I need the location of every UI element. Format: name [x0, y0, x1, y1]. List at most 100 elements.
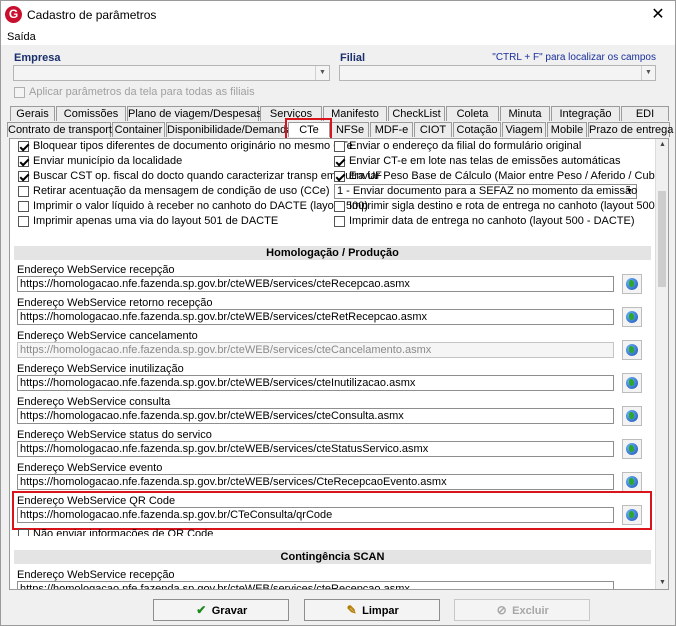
- window-title: Cadastro de parâmetros: [27, 8, 157, 22]
- globe-icon: [626, 443, 638, 455]
- tab-cotacao[interactable]: Cotação: [453, 122, 501, 137]
- checkbox-box: [334, 155, 345, 167]
- checkbox-box: [334, 170, 345, 182]
- tab-viagem[interactable]: Viagem: [502, 122, 546, 137]
- scan-ws-recepcao-input[interactable]: https://homologacao.nfe.fazenda.sp.gov.b…: [17, 581, 614, 589]
- ws-consulta-input[interactable]: https://homologacao.nfe.fazenda.sp.gov.b…: [17, 408, 614, 424]
- ws-evento-label: Endereço WebService evento: [17, 462, 163, 474]
- ws-inutilizacao-test-button[interactable]: [622, 373, 642, 393]
- globe-icon: [626, 311, 638, 323]
- trash-icon: ⊘: [496, 603, 507, 617]
- ws-evento-test-button[interactable]: [622, 472, 642, 492]
- checkbox-box: [18, 528, 29, 536]
- globe-icon: [626, 278, 638, 290]
- apply-all-checkbox[interactable]: Aplicar parâmetros da tela para todas as…: [14, 86, 255, 99]
- checkbox-box: [334, 140, 345, 152]
- option-imprimir-data-entrega[interactable]: Imprimir data de entrega no canhoto (lay…: [334, 215, 635, 228]
- ws-consulta-test-button[interactable]: [622, 406, 642, 426]
- tab-mobile[interactable]: Mobile: [547, 122, 587, 137]
- action-bar: ✔ Gravar ✎ Limpar ⊘ Excluir: [4, 595, 672, 625]
- send-mode-select[interactable]: 1 - Enviar documento para a SEFAZ no mom…: [334, 184, 637, 199]
- ws-recepcao-label: Endereço WebService recepção: [17, 264, 175, 276]
- option-retirar-acentuacao[interactable]: Retirar acentuação da mensagem de condiç…: [18, 185, 330, 198]
- ws-cancelamento-input: https://homologacao.nfe.fazenda.sp.gov.b…: [17, 342, 614, 358]
- checkbox-box: [334, 215, 345, 227]
- option-imprimir-valor-liquido[interactable]: Imprimir o valor líquido à receber no ca…: [18, 200, 368, 213]
- ws-inutilizacao-input[interactable]: https://homologacao.nfe.fazenda.sp.gov.b…: [17, 375, 614, 391]
- chevron-down-icon: ▼: [315, 66, 329, 80]
- option-buscar-cst[interactable]: Buscar CST op. fiscal do docto quando ca…: [18, 170, 382, 183]
- menu-item-saida[interactable]: Saída: [7, 29, 36, 45]
- delete-button: ⊘ Excluir: [454, 599, 590, 621]
- tab-nfse[interactable]: NFSe: [331, 122, 369, 137]
- globe-icon: [626, 377, 638, 389]
- filial-select[interactable]: ▼: [339, 65, 656, 81]
- tab-integracao[interactable]: Integração: [551, 106, 620, 121]
- checkbox-box: [18, 170, 29, 182]
- vertical-scrollbar[interactable]: ▲ ▼: [655, 139, 668, 589]
- option-enviar-peso-base[interactable]: Enviar Peso Base de Cálculo (Maior entre…: [334, 170, 668, 183]
- tab-checklist[interactable]: CheckList: [388, 106, 445, 121]
- option-bloquear-tipos[interactable]: Bloquear tipos diferentes de documento o…: [18, 140, 353, 153]
- scroll-up-icon[interactable]: ▲: [656, 139, 668, 151]
- tab-disponibilidade[interactable]: Disponibilidade/Demanda: [166, 122, 292, 137]
- close-button[interactable]: ✕: [647, 4, 669, 26]
- tab-edi[interactable]: EDI: [621, 106, 669, 121]
- menu-bar: Saída: [1, 29, 675, 45]
- globe-icon: [626, 344, 638, 356]
- ws-retorno-input[interactable]: https://homologacao.nfe.fazenda.sp.gov.b…: [17, 309, 614, 325]
- ws-inutilizacao-label: Endereço WebService inutilização: [17, 363, 184, 375]
- ws-recepcao-input[interactable]: https://homologacao.nfe.fazenda.sp.gov.b…: [17, 276, 614, 292]
- cte-tab-highlight: [285, 118, 332, 140]
- ws-status-test-button[interactable]: [622, 439, 642, 459]
- tab-plano-viagem[interactable]: Plano de viagem/Despesas: [127, 106, 262, 121]
- chevron-down-icon: ▼: [626, 188, 633, 195]
- tab-minuta[interactable]: Minuta: [500, 106, 550, 121]
- section-contingencia-header: Contingência SCAN: [14, 550, 651, 564]
- clear-button[interactable]: ✎ Limpar: [304, 599, 440, 621]
- ws-cancelamento-label: Endereço WebService cancelamento: [17, 330, 198, 342]
- checkbox-box: [18, 185, 29, 197]
- scroll-down-icon[interactable]: ▼: [656, 577, 668, 589]
- tab-comissoes[interactable]: Comissões: [56, 106, 126, 121]
- checkbox-box: [18, 215, 29, 227]
- tabs-row-1: Gerais Comissões Plano de viagem/Despesa…: [1, 106, 675, 121]
- tab-mdfe[interactable]: MDF-e: [370, 122, 413, 137]
- tab-coleta[interactable]: Coleta: [446, 106, 499, 121]
- option-enviar-cte-lote[interactable]: Enviar CT-e em lote nas telas de emissõe…: [334, 155, 620, 168]
- title-bar: G Cadastro de parâmetros ✕: [1, 1, 675, 29]
- option-imprimir-uma-via[interactable]: Imprimir apenas uma via do layout 501 de…: [18, 215, 278, 228]
- ws-retorno-label: Endereço WebService retorno recepção: [17, 297, 213, 309]
- globe-icon: [626, 410, 638, 422]
- filial-label: Filial: [340, 52, 366, 64]
- filter-panel: Empresa ▼ Filial "CTRL + F" para localiz…: [4, 48, 670, 102]
- tab-ciot[interactable]: CIOT: [414, 122, 452, 137]
- empresa-label: Empresa: [14, 52, 61, 64]
- main-window: G Cadastro de parâmetros ✕ Saída Empresa…: [0, 0, 676, 626]
- ws-status-input[interactable]: https://homologacao.nfe.fazenda.sp.gov.b…: [17, 441, 614, 457]
- ws-retorno-test-button[interactable]: [622, 307, 642, 327]
- section-homologacao-header: Homologação / Produção: [14, 246, 651, 260]
- checkbox-box: [18, 140, 29, 152]
- tab-gerais[interactable]: Gerais: [10, 106, 55, 121]
- option-imprimir-sigla-destino[interactable]: Imprimir sigla destino e rota de entrega…: [334, 200, 668, 213]
- checkbox-box: [14, 86, 25, 98]
- tab-manifesto[interactable]: Manifesto: [323, 106, 387, 121]
- tab-prazo-entrega[interactable]: Prazo de entrega: [588, 122, 673, 137]
- option-enviar-municipio[interactable]: Enviar município da localidade: [18, 155, 182, 168]
- app-logo-icon: G: [5, 6, 22, 23]
- tab-contrato-transporte[interactable]: Contrato de transporte: [7, 122, 118, 137]
- check-icon: ✔: [196, 603, 207, 617]
- tab-container[interactable]: Container: [112, 122, 165, 137]
- save-button[interactable]: ✔ Gravar: [153, 599, 289, 621]
- ws-evento-input[interactable]: https://homologacao.nfe.fazenda.sp.gov.b…: [17, 474, 614, 490]
- ws-recepcao-test-button[interactable]: [622, 274, 642, 294]
- ws-consulta-label: Endereço WebService consulta: [17, 396, 171, 408]
- qrcode-highlight: [12, 491, 652, 530]
- empresa-select[interactable]: ▼: [13, 65, 330, 81]
- ws-cancelamento-test-button[interactable]: [622, 340, 642, 360]
- option-enviar-endereco-filial[interactable]: Enviar o endereço da filial do formulári…: [334, 140, 581, 153]
- scroll-thumb[interactable]: [658, 191, 666, 287]
- globe-icon: [626, 476, 638, 488]
- option-nao-enviar-qrcode[interactable]: Não enviar informações de QR Code: [18, 528, 213, 536]
